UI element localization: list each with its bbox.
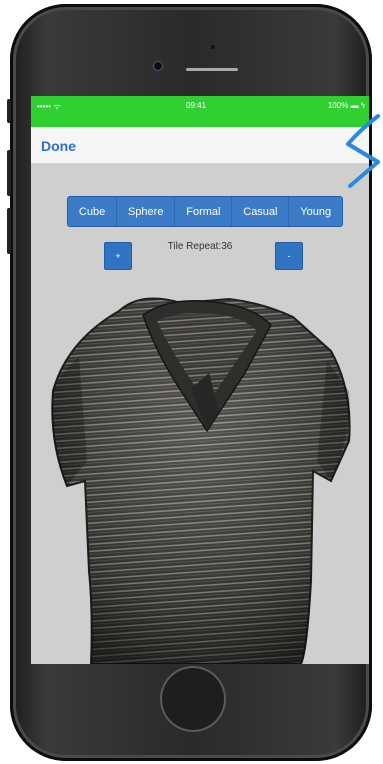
decrease-tile-button[interactable]: - (275, 242, 303, 270)
segment-formal[interactable]: Formal (175, 197, 233, 226)
segment-cube[interactable]: Cube (68, 197, 118, 226)
app-screen: ••••• ᯤ 09:41 100% ▬ ϟ Done Cube Sphere … (31, 96, 369, 664)
earpiece-speaker (186, 68, 238, 71)
battery-indicator: 100% ▬ ϟ (327, 101, 365, 110)
navigation-bar: Done (31, 127, 369, 164)
model-segmented-control: Cube Sphere Formal Casual Young (67, 196, 343, 227)
segment-casual[interactable]: Casual (232, 197, 290, 226)
front-camera-icon (154, 62, 162, 70)
segment-young[interactable]: Young (289, 197, 342, 226)
segment-sphere[interactable]: Sphere (117, 197, 176, 226)
home-button[interactable] (160, 666, 226, 732)
status-time: 09:41 (186, 101, 207, 110)
done-button[interactable]: Done (41, 138, 76, 154)
increase-tile-button[interactable]: + (104, 242, 132, 270)
volume-up-button (7, 150, 11, 196)
arrow-pointer-icon (346, 114, 380, 188)
proximity-sensor (211, 45, 215, 49)
status-bar: ••••• ᯤ 09:41 100% ▬ ϟ (31, 96, 369, 127)
carrier-signal: ••••• ᯤ (37, 102, 61, 111)
app-mockup: ••••• ᯤ 09:41 100% ▬ ϟ Done Cube Sphere … (0, 0, 383, 764)
volume-down-button (7, 208, 11, 254)
tile-repeat-label: Tile Repeat:36 (167, 241, 233, 252)
shirt-3d-viewport[interactable] (31, 281, 369, 664)
striped-polo-shirt-3d (51, 297, 351, 664)
mute-switch (7, 99, 11, 123)
